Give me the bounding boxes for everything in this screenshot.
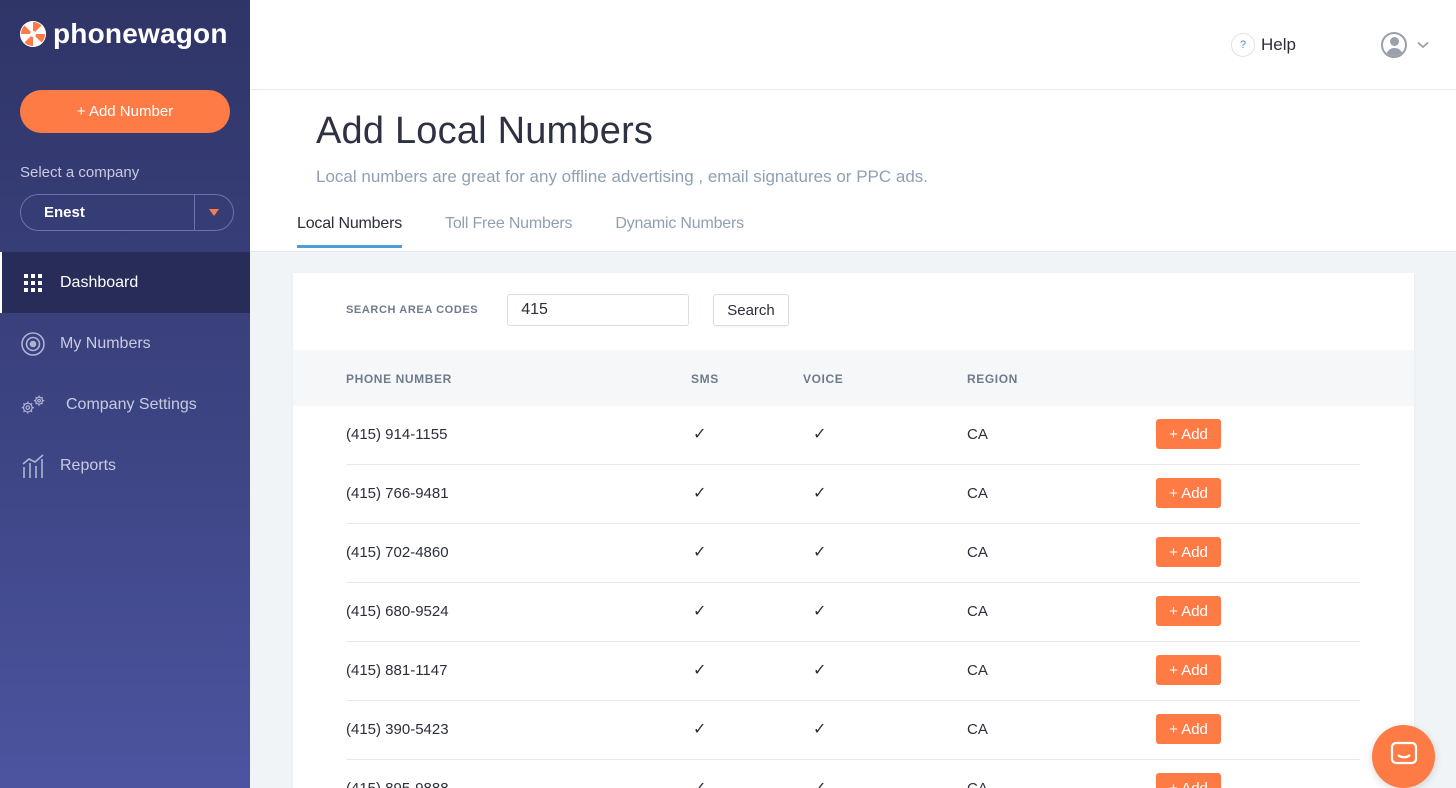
page-title: Add Local Numbers xyxy=(316,110,654,152)
sidebar-item-dashboard[interactable]: Dashboard xyxy=(0,252,250,313)
voice-check-icon: ✓ xyxy=(813,662,827,679)
page-subtitle: Local numbers are great for any offline … xyxy=(316,167,928,186)
phone-number-cell: (415) 914-1155 xyxy=(346,426,448,443)
select-company-label: Select a company xyxy=(20,164,140,181)
region-cell: CA xyxy=(967,485,988,502)
column-header-region: REGION xyxy=(967,372,1018,386)
page-header: Add Local Numbers Local numbers are grea… xyxy=(250,90,1456,252)
help-label: Help xyxy=(1261,35,1296,54)
sidebar-nav: Dashboard My Numbers Company Settings Re… xyxy=(0,252,250,496)
table-row: (415) 881-1147 ✓ ✓ CA + Add xyxy=(346,642,1360,701)
region-cell: CA xyxy=(967,662,988,679)
region-cell: CA xyxy=(967,426,988,443)
voice-check-icon: ✓ xyxy=(813,544,827,561)
phone-number-cell: (415) 390-5423 xyxy=(346,721,449,738)
chat-icon xyxy=(1390,741,1418,772)
search-button[interactable]: Search xyxy=(713,294,789,326)
chat-launcher[interactable] xyxy=(1372,725,1435,788)
caret-down-icon[interactable] xyxy=(195,209,233,216)
sidebar: phonewagon + Add Number Select a company… xyxy=(0,0,250,788)
sidebar-item-label: Dashboard xyxy=(60,273,139,291)
sidebar-item-reports[interactable]: Reports xyxy=(0,435,250,496)
sms-check-icon: ✓ xyxy=(693,485,707,502)
phone-number-cell: (415) 702-4860 xyxy=(346,544,449,561)
sidebar-item-label: Reports xyxy=(60,456,117,474)
region-cell: CA xyxy=(967,544,988,561)
company-select-value: Enest xyxy=(44,204,85,221)
table-row: (415) 680-9524 ✓ ✓ CA + Add xyxy=(346,583,1360,642)
sms-check-icon: ✓ xyxy=(693,603,707,620)
table-row: (415) 390-5423 ✓ ✓ CA + Add xyxy=(346,701,1360,760)
region-cell: CA xyxy=(967,721,988,738)
sms-check-icon: ✓ xyxy=(693,778,706,788)
tab-dynamic-numbers[interactable]: Dynamic Numbers xyxy=(615,215,744,248)
company-select[interactable]: Enest xyxy=(20,194,234,231)
sms-check-icon: ✓ xyxy=(693,662,707,679)
sidebar-item-label: Company Settings xyxy=(66,395,197,413)
voice-check-icon: ✓ xyxy=(813,603,827,620)
phone-number-cell: (415) 766-9481 xyxy=(346,485,449,502)
phone-number-cell: (415) 881-1147 xyxy=(346,662,448,679)
column-header-phone: PHONE NUMBER xyxy=(346,372,452,386)
table-row: (415) 702-4860 ✓ ✓ CA + Add xyxy=(346,524,1360,583)
add-number-row-button[interactable]: + Add xyxy=(1156,537,1221,567)
logo[interactable]: phonewagon xyxy=(20,18,228,50)
sms-check-icon: ✓ xyxy=(693,426,707,443)
add-number-row-button[interactable]: + Add xyxy=(1156,596,1221,626)
table-row: (415) 766-9481 ✓ ✓ CA + Add xyxy=(346,465,1360,524)
area-code-input[interactable] xyxy=(507,294,690,326)
phone-number-cell: (415) 895-9888 xyxy=(346,780,449,788)
sidebar-item-company-settings[interactable]: Company Settings xyxy=(0,374,250,435)
voice-check-icon: ✓ xyxy=(813,721,827,738)
column-header-voice: VOICE xyxy=(803,372,844,386)
add-number-row-button[interactable]: + Add xyxy=(1156,714,1221,744)
table-body: (415) 914-1155 ✓ ✓ CA + Add (415) 766-9481 ✓ ✓ C… xyxy=(346,406,1360,788)
add-number-row-button[interactable]: + Add xyxy=(1156,419,1221,449)
table-header: PHONE NUMBER SMS VOICE REGION xyxy=(293,350,1414,406)
tab-local-numbers[interactable]: Local Numbers xyxy=(297,215,402,248)
add-number-button[interactable]: + Add Number xyxy=(20,90,230,133)
sms-check-icon: ✓ xyxy=(693,544,707,561)
top-bar: ? Help xyxy=(250,0,1456,90)
tab-toll-free-numbers[interactable]: Toll Free Numbers xyxy=(445,215,573,248)
grid-icon xyxy=(20,270,46,296)
add-number-row-button[interactable]: + Add xyxy=(1156,655,1221,685)
help-icon: ? xyxy=(1231,33,1255,57)
voice-check-icon: ✓ xyxy=(813,778,826,788)
phone-number-cell: (415) 680-9524 xyxy=(346,603,449,620)
chevron-down-icon xyxy=(1417,36,1429,54)
region-cell: CA xyxy=(967,780,988,788)
pinwheel-logo-icon xyxy=(20,21,46,47)
numbers-card: SEARCH AREA CODES Search PHONE NUMBER SM… xyxy=(293,273,1414,788)
table-row: (415) 895-9888 ✓ ✓ CA + Add xyxy=(346,760,1360,788)
column-header-sms: SMS xyxy=(691,372,719,386)
gears-icon xyxy=(20,392,46,418)
sidebar-item-label: My Numbers xyxy=(60,334,151,352)
bar-chart-icon xyxy=(20,453,46,479)
region-cell: CA xyxy=(967,603,988,620)
brand-name: phonewagon xyxy=(53,18,228,49)
table-row: (415) 914-1155 ✓ ✓ CA + Add xyxy=(346,406,1360,465)
sms-check-icon: ✓ xyxy=(693,721,707,738)
avatar xyxy=(1381,32,1407,58)
voice-check-icon: ✓ xyxy=(813,485,827,502)
target-icon xyxy=(20,331,46,357)
sidebar-item-my-numbers[interactable]: My Numbers xyxy=(0,313,250,374)
help-link[interactable]: ? Help xyxy=(1231,33,1296,57)
search-label: SEARCH AREA CODES xyxy=(346,304,479,316)
add-number-row-button[interactable]: + Add xyxy=(1156,478,1221,508)
user-menu[interactable] xyxy=(1381,32,1429,58)
tab-bar: Local Numbers Toll Free Numbers Dynamic … xyxy=(297,215,787,248)
search-row: SEARCH AREA CODES Search xyxy=(346,294,789,326)
voice-check-icon: ✓ xyxy=(813,426,827,443)
add-number-row-button[interactable]: + Add xyxy=(1156,773,1221,788)
